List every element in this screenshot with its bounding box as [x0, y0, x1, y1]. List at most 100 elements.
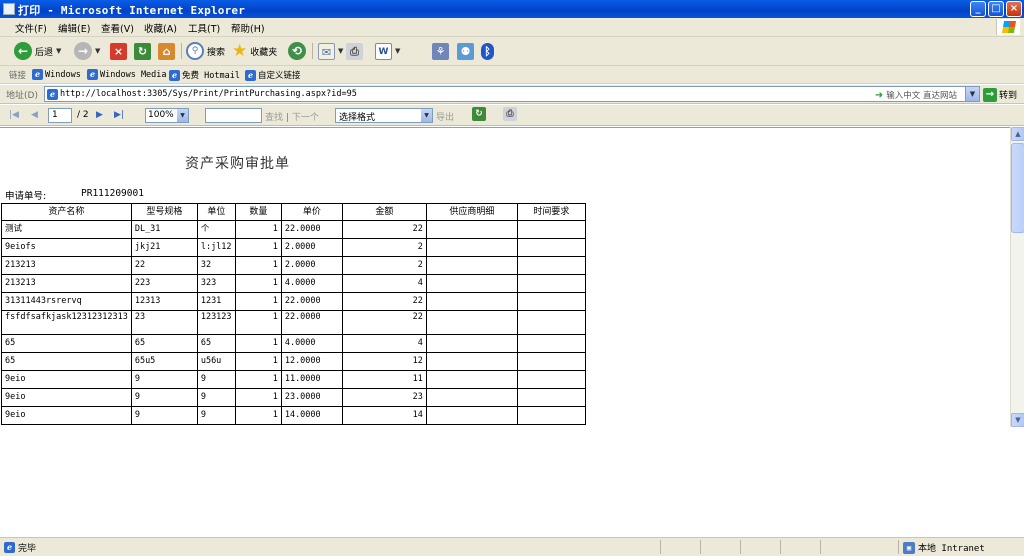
- minimize-button[interactable]: _: [970, 1, 986, 17]
- table-cell: 个: [196, 220, 236, 239]
- maximize-button[interactable]: □: [988, 1, 1004, 17]
- table-cell: 22: [130, 256, 198, 275]
- arrow-left-icon: ➜: [874, 89, 884, 101]
- ie-page-icon: e: [32, 69, 43, 80]
- table-cell: [516, 310, 586, 335]
- table-row: 65 65u5 u56u 1 12.0000 12: [1, 352, 586, 371]
- export-button[interactable]: 导出: [436, 110, 454, 123]
- go-button[interactable]: → 转到: [983, 87, 1017, 102]
- next-page-icon[interactable]: ▶: [96, 110, 103, 120]
- table-cell: 9: [196, 388, 236, 407]
- menu-tools[interactable]: 工具(T): [188, 21, 220, 35]
- home-button[interactable]: ⌂: [158, 41, 175, 61]
- research-button[interactable]: ⚘: [432, 41, 449, 61]
- table-row: 213213 22 32 1 2.0000 2: [1, 256, 586, 275]
- table-cell: 4.0000: [280, 274, 343, 293]
- stop-button[interactable]: ×: [110, 41, 127, 61]
- find-button[interactable]: 查找: [265, 113, 283, 123]
- table-cell: 23: [341, 388, 427, 407]
- star-icon: ★: [232, 41, 248, 61]
- scroll-thumb[interactable]: [1011, 143, 1024, 233]
- table-row: 9eiofs jkj21 l:jl12 1 2.0000 2: [1, 238, 586, 257]
- table-cell: 32: [196, 256, 236, 275]
- search-button[interactable]: ⚲ 搜索: [186, 41, 225, 61]
- column-header: 单位: [196, 203, 236, 221]
- last-page-icon[interactable]: ▶|: [114, 110, 124, 120]
- table-cell: 22: [341, 220, 427, 239]
- ie-page-icon: e: [87, 69, 98, 80]
- windows-logo-icon: [996, 19, 1020, 35]
- table-cell: 9: [130, 388, 198, 407]
- table-cell: 65: [196, 334, 236, 353]
- column-header: 型号规格: [130, 203, 198, 221]
- history-button[interactable]: ⟲: [288, 41, 306, 61]
- ie-page-icon: e: [4, 542, 15, 553]
- table-cell: 1: [234, 292, 282, 311]
- table-row: 213213 223 323 1 4.0000 4: [1, 274, 586, 293]
- forward-button[interactable]: → ▼: [74, 41, 100, 61]
- link-windows[interactable]: e Windows: [32, 69, 81, 80]
- table-cell: [516, 406, 586, 425]
- close-button[interactable]: ×: [1006, 1, 1022, 17]
- table-cell: 9eio: [1, 370, 132, 389]
- export-format-select[interactable]: 选择格式 ▼: [335, 108, 433, 123]
- table-row: 9eio 9 9 1 23.0000 23: [1, 388, 586, 407]
- table-cell: [516, 352, 586, 371]
- column-header: 数量: [234, 203, 282, 221]
- favorites-button[interactable]: ★ 收藏夹: [232, 41, 277, 61]
- search-label: 搜索: [207, 47, 226, 58]
- menu-edit[interactable]: 编辑(E): [58, 21, 90, 35]
- vertical-scrollbar[interactable]: ▲ ▼: [1010, 127, 1024, 427]
- table-cell: [516, 370, 586, 389]
- find-next-button[interactable]: 下一个: [292, 113, 319, 123]
- table-cell: 12313: [130, 292, 198, 311]
- messenger-icon: ⚉: [457, 42, 474, 60]
- refresh-icon[interactable]: ↻: [472, 107, 486, 121]
- refresh-button[interactable]: ↻: [134, 41, 151, 61]
- edit-button[interactable]: W ▼: [375, 41, 400, 61]
- chevron-down-icon[interactable]: ▼: [965, 87, 979, 101]
- messenger-button[interactable]: ⚉: [457, 41, 474, 61]
- print-button[interactable]: ⎙: [346, 41, 363, 61]
- zoom-select[interactable]: 100% ▼: [145, 108, 189, 123]
- menu-help[interactable]: 帮助(H): [231, 21, 265, 35]
- magnifier-icon: ⚲: [186, 42, 204, 60]
- bluetooth-button[interactable]: ᛒ: [481, 41, 494, 61]
- first-page-icon[interactable]: |◀: [9, 110, 19, 120]
- previous-page-icon[interactable]: ◀: [31, 110, 38, 120]
- report-table: 资产名称 型号规格 单位 数量 单价 金额 供应商明细 时间要求 测试 DL_31…: [1, 203, 586, 425]
- table-row: 65 65 65 1 4.0000 4: [1, 334, 586, 353]
- table-cell: 1: [234, 220, 282, 239]
- mail-button[interactable]: ✉ ▼: [318, 41, 343, 61]
- table-cell: [516, 292, 586, 311]
- menu-file[interactable]: 文件(F): [15, 21, 47, 35]
- table-cell: 22: [341, 292, 427, 311]
- link-custom[interactable]: e 自定义链接: [245, 69, 301, 81]
- link-windows-media[interactable]: e Windows Media: [87, 69, 167, 80]
- address-input[interactable]: e http://localhost:3305/Sys/Print/PrintP…: [44, 86, 980, 102]
- menu-view[interactable]: 查看(V): [101, 21, 134, 35]
- research-icon: ⚘: [432, 42, 449, 60]
- column-header: 单价: [280, 203, 343, 221]
- favorites-label: 收藏夹: [250, 47, 278, 58]
- menu-favorites[interactable]: 收藏(A): [144, 21, 177, 35]
- table-cell: 65: [1, 334, 132, 353]
- table-cell: 1: [234, 274, 282, 293]
- table-cell: [516, 388, 586, 407]
- scroll-down-icon[interactable]: ▼: [1011, 413, 1024, 427]
- page-number-input[interactable]: 1: [48, 108, 72, 123]
- address-label: 地址(D): [6, 91, 38, 101]
- table-cell: 14: [341, 406, 427, 425]
- scroll-up-icon[interactable]: ▲: [1011, 127, 1024, 141]
- printer-icon[interactable]: ⎙: [503, 107, 517, 121]
- report-page: 资产采购审批单 申请单号: PR111209001 资产名称 型号规格 单位 数…: [0, 127, 1010, 537]
- page-total: / 2: [77, 110, 89, 120]
- find-input[interactable]: [205, 108, 262, 123]
- intranet-icon: ▣: [903, 541, 915, 554]
- title-bar: 打印 - Microsoft Internet Explorer _ □ ×: [0, 0, 1024, 18]
- link-hotmail[interactable]: e 免费 Hotmail: [169, 69, 240, 81]
- back-button[interactable]: ← 后退 ▼: [14, 41, 61, 61]
- table-cell: [516, 220, 586, 239]
- status-zone: ▣ 本地 Intranet: [903, 541, 985, 554]
- table-cell: 9: [130, 406, 198, 425]
